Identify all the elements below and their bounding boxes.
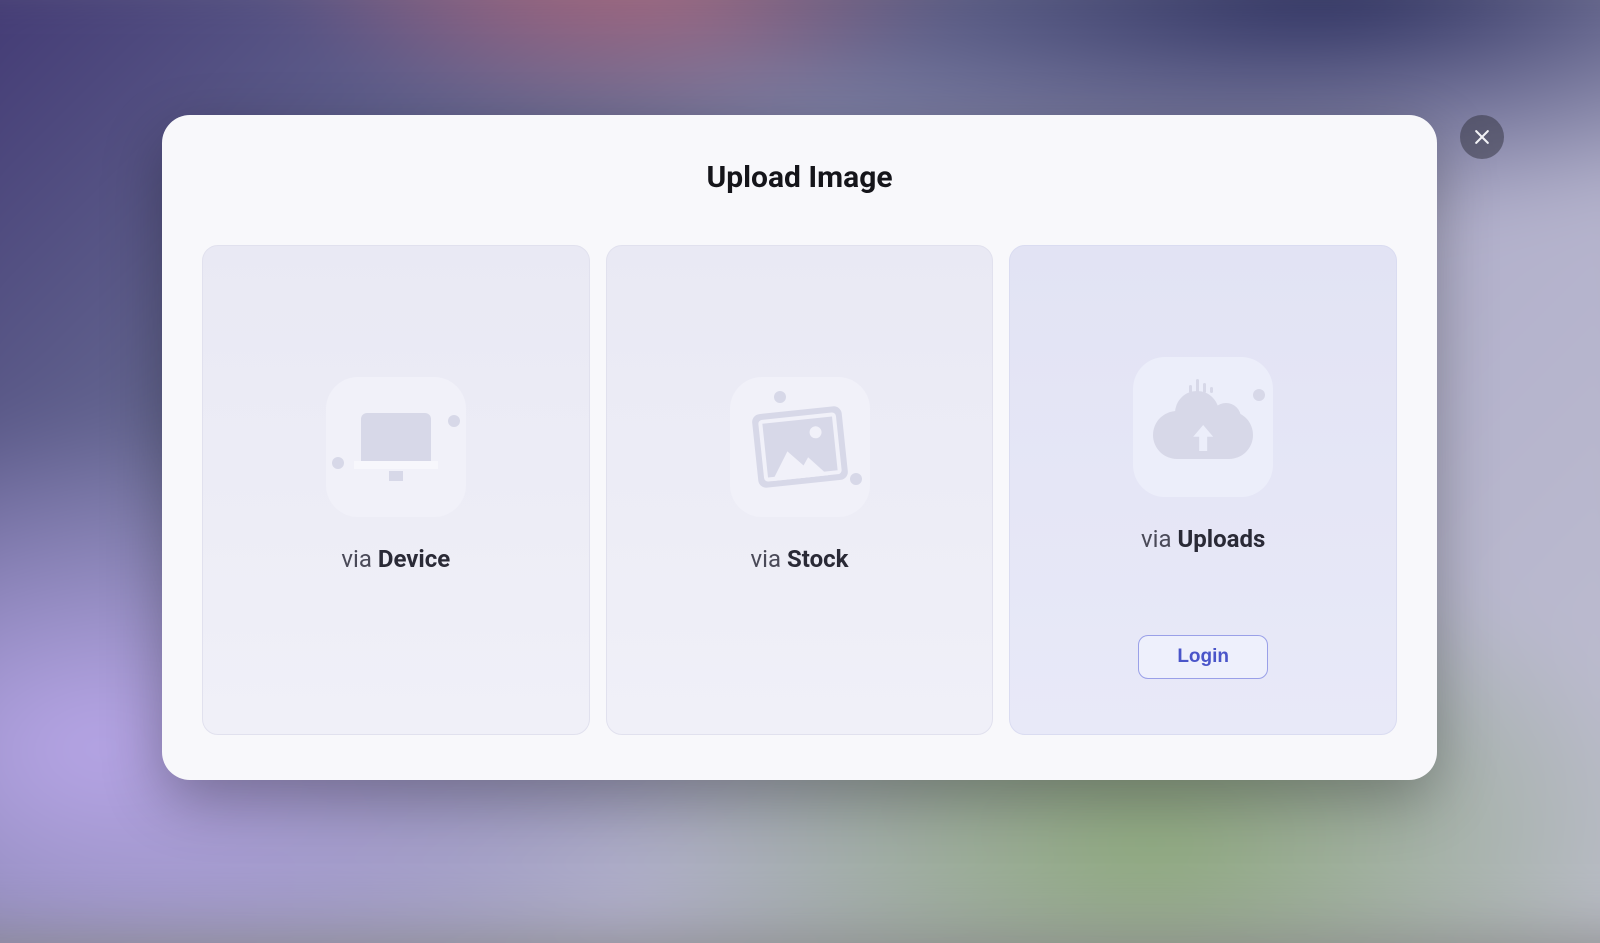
upload-via-device-label: via Device [341,545,450,573]
close-button[interactable] [1460,115,1504,159]
cloud-upload-icon [1133,357,1273,497]
upload-via-stock-label: via Stock [751,545,849,573]
login-button[interactable]: Login [1138,635,1268,679]
upload-via-device-card[interactable]: via Device [202,245,590,735]
device-icon [326,377,466,517]
upload-options-row: via Device via Stock [202,245,1397,735]
upload-via-uploads-card[interactable]: via Uploads Login [1009,245,1397,735]
modal-title: Upload Image [162,160,1437,195]
stock-image-icon [730,377,870,517]
upload-image-modal: Upload Image via Device [162,115,1437,780]
upload-via-uploads-label: via Uploads [1141,525,1265,553]
upload-via-stock-card[interactable]: via Stock [606,245,994,735]
close-icon [1472,127,1492,147]
